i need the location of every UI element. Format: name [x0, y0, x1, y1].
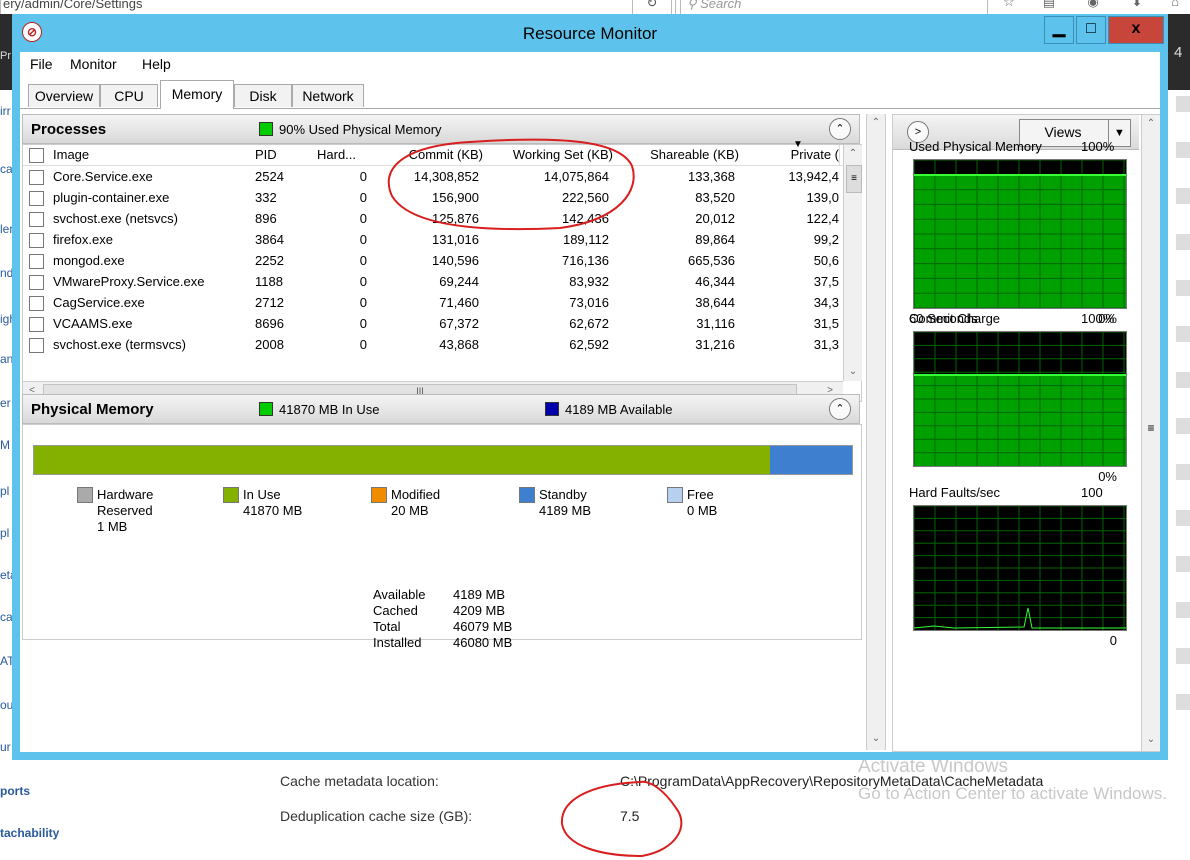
annotation-circle-cache-size: [560, 780, 683, 858]
annotation-circle-columns: [387, 138, 635, 231]
annotation-overlay: [387, 138, 683, 858]
